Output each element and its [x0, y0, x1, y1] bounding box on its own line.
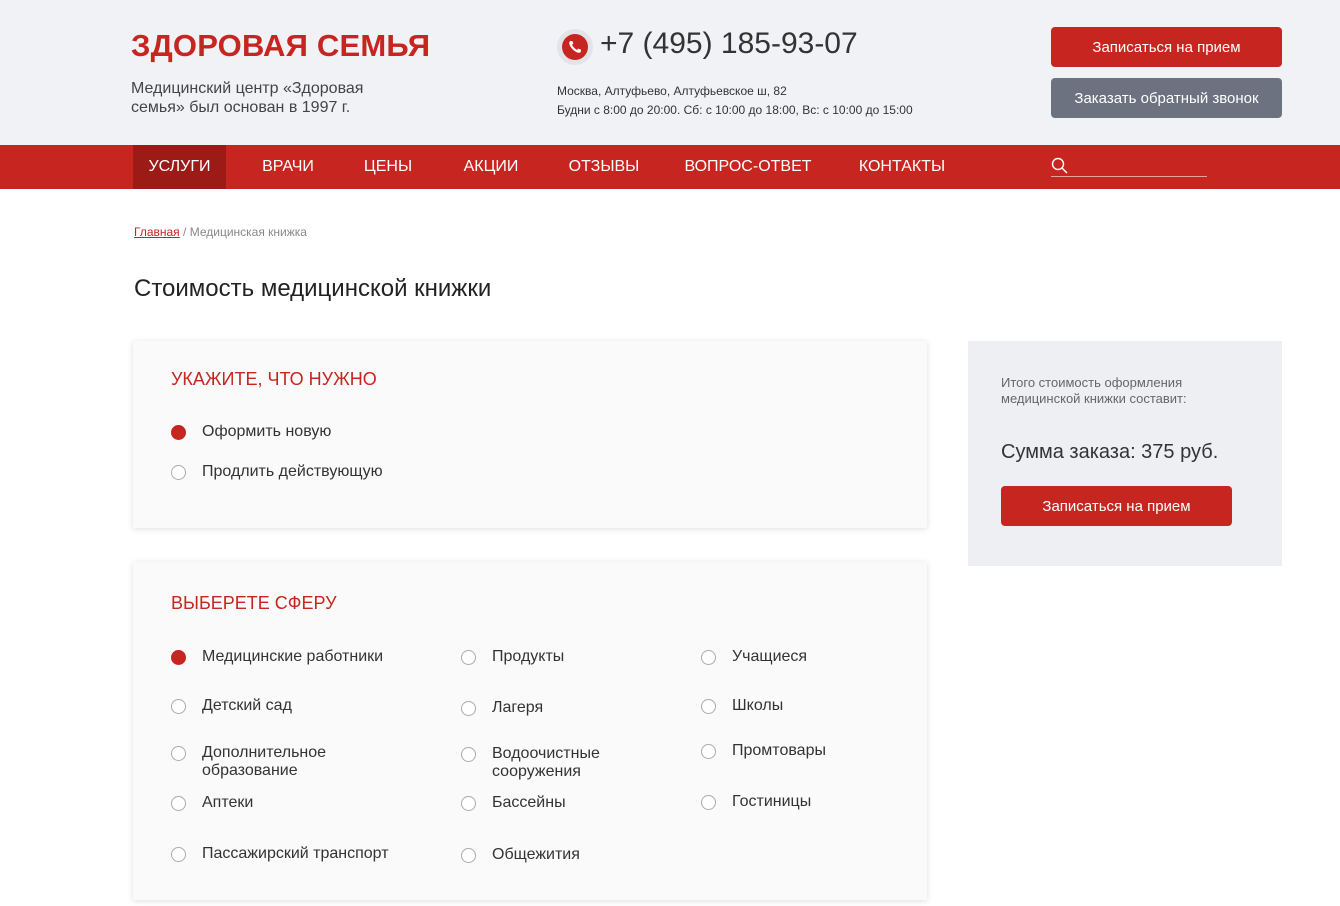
- order-total: Сумма заказа: 375 руб.: [1001, 441, 1219, 463]
- radio-button[interactable]: [701, 795, 716, 810]
- sphere-option-camps[interactable]: Лагеря: [461, 699, 661, 717]
- radio-button[interactable]: [171, 699, 186, 714]
- radio-button[interactable]: [171, 746, 186, 761]
- sphere-option-medical[interactable]: Медицинские работники: [171, 648, 441, 666]
- option-label: Медицинские работники: [202, 648, 384, 665]
- need-option-new[interactable]: Оформить новую: [171, 423, 331, 441]
- breadcrumb: Главная / Медицинская книжка: [134, 225, 307, 239]
- nav-item-contacts[interactable]: КОНТАКТЫ: [844, 145, 960, 189]
- breadcrumb-separator: /: [179, 225, 190, 239]
- option-label: Водоочистные сооружения: [492, 745, 600, 780]
- summary-appointment-button[interactable]: Записаться на прием: [1001, 486, 1232, 526]
- need-option-renew[interactable]: Продлить действующую: [171, 463, 383, 481]
- sphere-option-products[interactable]: Продукты: [461, 648, 661, 666]
- nav-item-faq[interactable]: ВОПРОС-ОТВЕТ: [674, 145, 822, 189]
- nav-item-promotions[interactable]: АКЦИИ: [448, 145, 534, 189]
- sphere-card-title: ВЫБЕРЕТЕ СФЕРУ: [171, 593, 337, 613]
- sphere-option-pools[interactable]: Бассейны: [461, 794, 661, 812]
- option-label: Пассажирский транспорт: [202, 845, 389, 862]
- sphere-option-industrial-goods[interactable]: Промтовары: [701, 742, 901, 760]
- nav-item-reviews[interactable]: ОТЗЫВЫ: [556, 145, 652, 189]
- sphere-option-hotels[interactable]: Гостиницы: [701, 793, 901, 811]
- breadcrumb-home-link[interactable]: Главная: [134, 225, 180, 239]
- option-label: Продлить действующую: [202, 463, 383, 480]
- radio-button[interactable]: [701, 699, 716, 714]
- order-summary: Итого стоимость оформления медицинской к…: [968, 341, 1282, 566]
- sphere-option-schools[interactable]: Школы: [701, 697, 901, 715]
- callback-button[interactable]: Заказать обратный звонок: [1051, 78, 1282, 118]
- site-logo[interactable]: ЗДОРОВАЯ СЕМЬЯ: [131, 28, 430, 64]
- option-label: Гостиницы: [732, 793, 812, 810]
- radio-button[interactable]: [171, 796, 186, 811]
- address-text: Москва, Алтуфьево, Алтуфьевское ш, 82: [557, 84, 787, 98]
- radio-button[interactable]: [171, 465, 186, 480]
- radio-button[interactable]: [171, 650, 186, 665]
- radio-button[interactable]: [171, 425, 186, 440]
- sphere-option-additional-education[interactable]: Дополнительное образование: [171, 744, 371, 780]
- appointment-button[interactable]: Записаться на прием: [1051, 27, 1282, 67]
- sphere-option-students[interactable]: Учащиеся: [701, 648, 901, 666]
- radio-button[interactable]: [171, 847, 186, 862]
- sphere-option-pharmacies[interactable]: Аптеки: [171, 794, 441, 812]
- summary-label: Итого стоимость оформления медицинской к…: [1001, 375, 1187, 406]
- sphere-option-kindergarten[interactable]: Детский сад: [171, 697, 441, 715]
- sphere-option-passenger-transport[interactable]: Пассажирский транспорт: [171, 845, 451, 863]
- page-title: Стоимость медицинской книжки: [134, 275, 492, 302]
- radio-button[interactable]: [461, 747, 476, 762]
- site-tagline: Медицинский центр «Здоровая семья» был о…: [131, 80, 364, 116]
- need-card: УКАЖИТЕ, ЧТО НУЖНО Оформить новую Продли…: [133, 341, 927, 528]
- nav-item-prices[interactable]: ЦЕНЫ: [350, 145, 426, 189]
- option-label: Продукты: [492, 648, 565, 665]
- option-label: Детский сад: [202, 697, 292, 714]
- search-box[interactable]: [1051, 156, 1207, 177]
- phone-number[interactable]: +7 (495) 185-93-07: [600, 27, 858, 61]
- working-hours: Будни с 8:00 до 20:00. Сб: с 10:00 до 18…: [557, 103, 913, 117]
- option-label: Школы: [732, 697, 784, 714]
- radio-button[interactable]: [461, 650, 476, 665]
- breadcrumb-current: Медицинская книжка: [189, 225, 307, 239]
- option-label: Общежития: [492, 846, 580, 863]
- option-label: Аптеки: [202, 794, 254, 811]
- search-icon: [1051, 157, 1068, 174]
- site-header: ЗДОРОВАЯ СЕМЬЯ Медицинский центр «Здоров…: [0, 0, 1340, 145]
- option-label: Дополнительное образование: [202, 744, 327, 779]
- search-input[interactable]: [1075, 156, 1205, 176]
- option-label: Учащиеся: [732, 648, 808, 665]
- sphere-card: ВЫБЕРЕТЕ СФЕРУ Медицинские работники Про…: [133, 562, 927, 900]
- option-label: Промтовары: [732, 742, 826, 759]
- sphere-option-water-treatment[interactable]: Водоочистные сооружения: [461, 745, 641, 781]
- radio-button[interactable]: [461, 701, 476, 716]
- sphere-option-dormitories[interactable]: Общежития: [461, 846, 661, 864]
- option-label: Оформить новую: [202, 423, 332, 440]
- need-card-title: УКАЖИТЕ, ЧТО НУЖНО: [171, 369, 377, 389]
- phone-icon: [557, 29, 593, 65]
- radio-button[interactable]: [461, 848, 476, 863]
- radio-button[interactable]: [701, 650, 716, 665]
- option-label: Лагеря: [492, 699, 544, 716]
- address-block: Москва, Алтуфьево, Алтуфьевское ш, 82 Бу…: [557, 82, 913, 120]
- option-label: Бассейны: [492, 794, 566, 811]
- radio-button[interactable]: [461, 796, 476, 811]
- radio-button[interactable]: [701, 744, 716, 759]
- nav-item-doctors[interactable]: ВРАЧИ: [248, 145, 328, 189]
- nav-item-services[interactable]: УСЛУГИ: [133, 145, 226, 189]
